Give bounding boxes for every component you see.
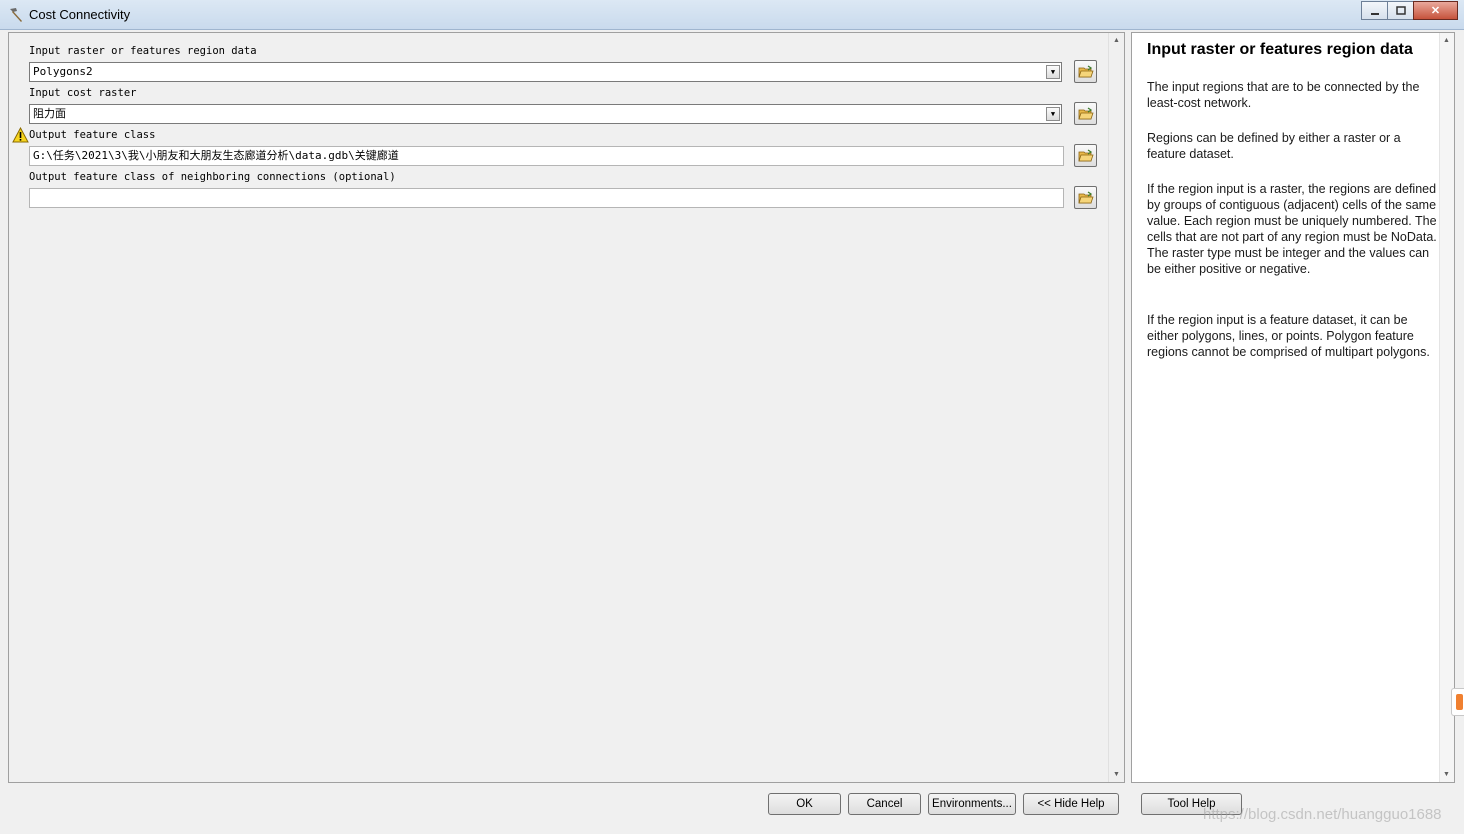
parameters-pane: Input raster or features region data Pol… [8,32,1125,783]
chevron-down-icon[interactable]: ▼ [1046,65,1060,79]
ok-button[interactable]: OK [768,793,841,815]
param-label-cost-raster: Input cost raster [29,87,137,99]
open-folder-icon [1077,107,1094,119]
scroll-down-icon[interactable]: ▼ [1113,771,1120,778]
window-controls: ✕ [1361,1,1458,20]
minimize-button[interactable] [1361,1,1388,20]
scroll-down-icon[interactable]: ▼ [1443,771,1450,778]
hammer-icon [10,8,22,22]
window-title: Cost Connectivity [29,7,131,22]
scroll-up-icon[interactable]: ▲ [1443,37,1450,44]
open-folder-icon [1077,65,1094,77]
help-pane: Input raster or features region data The… [1131,32,1455,783]
help-paragraph: If the region input is a feature dataset… [1147,313,1430,359]
title-bar: Cost Connectivity ✕ [0,0,1464,30]
help-paragraph: The input regions that are to be connect… [1147,80,1420,110]
region-data-dropdown[interactable]: Polygons2 ▼ [29,62,1062,82]
close-icon: ✕ [1430,5,1441,17]
region-data-value: Polygons2 [33,65,93,78]
cost-raster-value: 阻力面 [33,107,66,120]
open-folder-icon [1077,191,1094,203]
warning-icon [12,127,29,143]
side-tab[interactable] [1451,688,1464,716]
minimize-icon [1370,12,1379,15]
hide-help-button[interactable]: << Hide Help [1023,793,1119,815]
help-scrollbar[interactable]: ▲ ▼ [1439,33,1454,782]
neighboring-connections-field[interactable] [29,188,1064,208]
maximize-icon [1395,6,1406,15]
browse-output-feature-class-button[interactable] [1074,144,1097,167]
browse-neighboring-connections-button[interactable] [1074,186,1097,209]
cost-raster-dropdown[interactable]: 阻力面 ▼ [29,104,1062,124]
maximize-button[interactable] [1387,1,1414,20]
close-button[interactable]: ✕ [1413,1,1458,20]
parameters-scrollbar[interactable]: ▲ ▼ [1108,33,1124,782]
help-title: Input raster or features region data [1147,41,1413,58]
chevron-down-icon[interactable]: ▼ [1046,107,1060,121]
output-feature-class-value: G:\任务\2021\3\我\小朋友和大朋友生态廊道分析\data.gdb\关键… [33,149,399,162]
environments-button[interactable]: Environments... [928,793,1016,815]
output-feature-class-field[interactable]: G:\任务\2021\3\我\小朋友和大朋友生态廊道分析\data.gdb\关键… [29,146,1064,166]
browse-cost-raster-button[interactable] [1074,102,1097,125]
param-label-neighboring-connections: Output feature class of neighboring conn… [29,171,396,183]
open-folder-icon [1077,149,1094,161]
cancel-button[interactable]: Cancel [848,793,921,815]
help-paragraph: Regions can be defined by either a raste… [1147,131,1401,161]
param-label-output-feature-class: Output feature class [29,129,156,141]
watermark-text: https://blog.csdn.net/huangguo1688 [1203,806,1442,823]
browse-region-data-button[interactable] [1074,60,1097,83]
param-label-region-data: Input raster or features region data [29,45,257,57]
help-paragraph: If the region input is a raster, the reg… [1147,182,1437,276]
scroll-up-icon[interactable]: ▲ [1113,37,1120,44]
